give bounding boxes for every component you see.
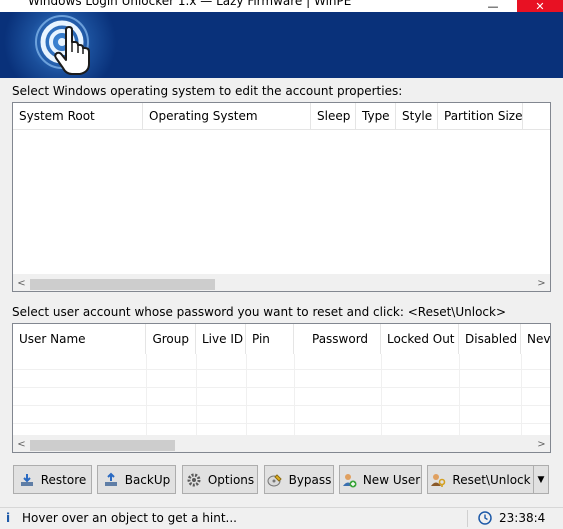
col-never[interactable]: Neve xyxy=(521,324,550,354)
gear-icon xyxy=(187,473,201,486)
scroll-left-arrow[interactable]: < xyxy=(13,275,30,291)
col-password[interactable]: Password xyxy=(294,324,381,354)
os-list-hscrollbar[interactable]: < > xyxy=(13,274,550,291)
options-label: Options xyxy=(207,472,255,487)
header-banner xyxy=(0,12,563,78)
col-user-name[interactable]: User Name xyxy=(13,324,146,354)
user-section-label: Select user account whose password you w… xyxy=(12,305,507,319)
touch-hand-icon xyxy=(35,15,90,75)
backup-label: BackUp xyxy=(124,472,171,487)
bypass-button[interactable]: Bypass xyxy=(264,465,334,494)
user-list-header: User Name Group Live ID Pin Password Loc… xyxy=(13,324,550,354)
options-button[interactable]: Options xyxy=(182,465,258,494)
restore-button[interactable]: Restore xyxy=(13,465,92,494)
col-partition-size[interactable]: Partition Size xyxy=(438,103,523,129)
restore-download-icon xyxy=(20,473,33,486)
backup-upload-icon xyxy=(104,472,117,486)
scroll-right-arrow[interactable]: > xyxy=(533,275,550,291)
col-pin[interactable]: Pin xyxy=(246,324,294,354)
col-style[interactable]: Style xyxy=(396,103,438,129)
col-sleep[interactable]: Sleep xyxy=(311,103,356,129)
scroll-right-arrow[interactable]: > xyxy=(533,436,550,452)
os-section-label: Select Windows operating system to edit … xyxy=(12,84,403,98)
bypass-label: Bypass xyxy=(288,472,332,487)
os-list-header: System Root Operating System Sleep Type … xyxy=(13,103,550,130)
scroll-left-arrow[interactable]: < xyxy=(13,436,30,452)
user-list[interactable]: User Name Group Live ID Pin Password Loc… xyxy=(12,323,551,453)
clock-icon xyxy=(478,511,492,525)
user-list-hscrollbar[interactable]: < > xyxy=(13,435,550,452)
title-bar: Windows Login Unlocker 1.x — Lazy Firmwa… xyxy=(0,0,563,12)
info-icon: i xyxy=(6,511,11,525)
scroll-thumb[interactable] xyxy=(30,440,175,451)
new-user-label: New User xyxy=(362,472,421,487)
status-hint: Hover over an object to get a hint... xyxy=(22,511,237,525)
reset-unlock-label: Reset\Unlock xyxy=(452,472,531,487)
status-time: 23:38:4 xyxy=(499,511,546,525)
restore-label: Restore xyxy=(40,472,87,487)
backup-button[interactable]: BackUp xyxy=(97,465,176,494)
bypass-disk-icon xyxy=(267,473,282,486)
scroll-thumb[interactable] xyxy=(30,279,215,290)
add-user-icon xyxy=(342,473,357,487)
new-user-button[interactable]: New User xyxy=(339,465,422,494)
reset-unlock-dropdown[interactable]: ▼ xyxy=(533,465,549,494)
col-live-id[interactable]: Live ID xyxy=(196,324,246,354)
col-locked-out[interactable]: Locked Out xyxy=(381,324,459,354)
col-disabled[interactable]: Disabled xyxy=(459,324,521,354)
col-operating-system[interactable]: Operating System xyxy=(143,103,311,129)
minimize-button[interactable]: — xyxy=(478,0,508,12)
status-bar: i Hover over an object to get a hint... … xyxy=(0,507,563,529)
os-list[interactable]: System Root Operating System Sleep Type … xyxy=(12,102,551,292)
window-title: Windows Login Unlocker 1.x — Lazy Firmwa… xyxy=(28,0,352,8)
user-key-icon xyxy=(431,473,446,487)
reset-unlock-button[interactable]: Reset\Unlock xyxy=(427,465,534,494)
col-type[interactable]: Type xyxy=(356,103,396,129)
close-button[interactable]: ✕ xyxy=(517,0,563,12)
col-system-root[interactable]: System Root xyxy=(13,103,143,129)
col-group[interactable]: Group xyxy=(146,324,196,354)
